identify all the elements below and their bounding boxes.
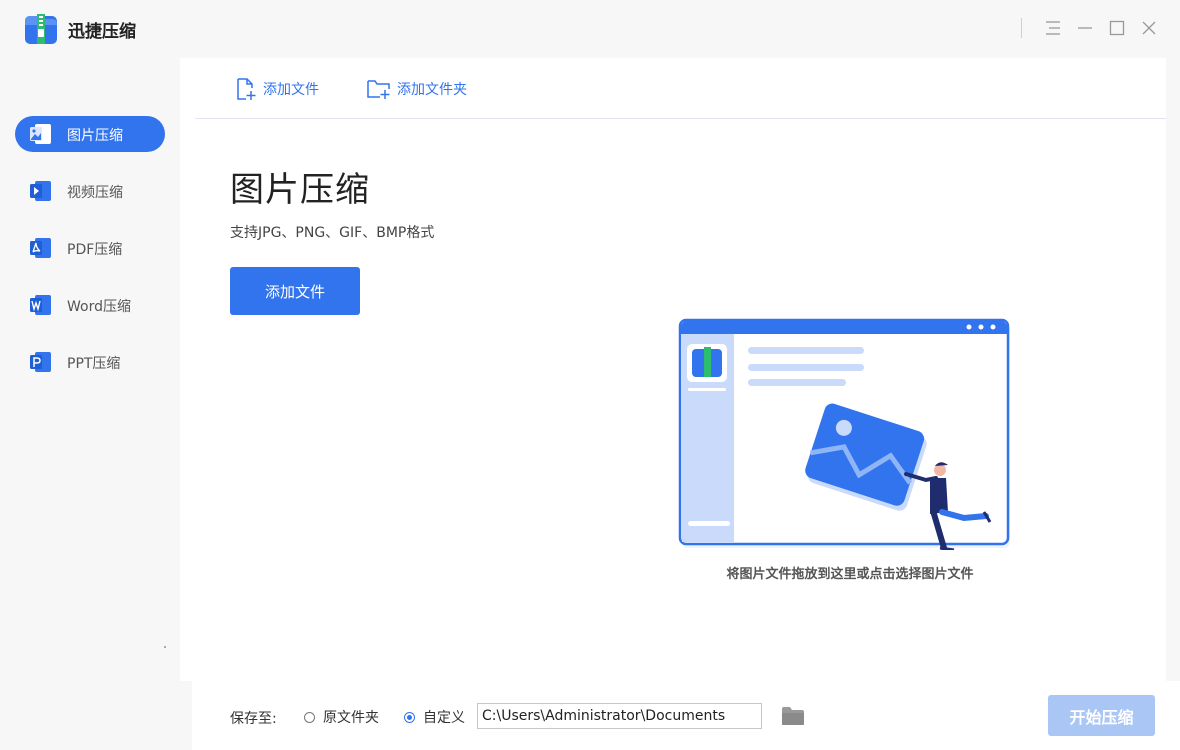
menu-icon[interactable] [1043, 18, 1063, 38]
close-icon[interactable] [1139, 18, 1159, 38]
drop-zone-illustration[interactable] [678, 318, 1018, 550]
radio-circle [304, 711, 315, 723]
video-file-icon [30, 181, 51, 201]
start-compress-button[interactable]: 开始压缩 [1048, 695, 1155, 736]
drop-hint-text: 将图片文件拖放到这里或点击选择图片文件 [726, 567, 974, 582]
radio-label: 原文件夹 [323, 710, 379, 726]
ppt-file-icon [30, 352, 51, 372]
minimize-icon[interactable] [1075, 18, 1095, 38]
folder-icon[interactable] [781, 706, 805, 726]
maximize-icon[interactable] [1107, 18, 1127, 38]
main-panel: 添加文件 添加文件夹 图片压缩 支持JPG、PNG、GIF、BMP格式 添加文件 [180, 58, 1166, 681]
sidebar-item-ppt[interactable]: PPT压缩 [15, 344, 165, 380]
add-folder-icon [367, 80, 390, 99]
title-bar: 迅捷压缩 [0, 0, 1180, 58]
add-folder-toolbar-label: 添加文件夹 [397, 82, 467, 98]
bottom-bar: 保存至: 原文件夹 自定义 开始压缩 [192, 681, 1180, 750]
sidebar-item-image[interactable]: 图片压缩 [15, 116, 165, 152]
output-path-input[interactable] [477, 703, 762, 729]
word-file-icon [30, 295, 51, 315]
add-file-button[interactable]: 添加文件 [230, 267, 360, 315]
sidebar-item-label: PDF压缩 [67, 242, 123, 258]
add-file-toolbar-label: 添加文件 [263, 82, 319, 98]
sidebar-item-word[interactable]: Word压缩 [15, 287, 165, 323]
toolbar: 添加文件 添加文件夹 [195, 58, 1166, 119]
save-to-label: 保存至: [230, 711, 277, 727]
window-controls-divider [1021, 18, 1022, 38]
app-title: 迅捷压缩 [68, 22, 136, 42]
radio-circle [404, 711, 415, 723]
sidebar-item-video[interactable]: 视频压缩 [15, 173, 165, 209]
custom-folder-radio[interactable]: 自定义 [404, 708, 465, 726]
sidebar-item-label: 视频压缩 [67, 185, 123, 201]
sidebar-item-pdf[interactable]: PDF压缩 [15, 230, 165, 266]
sidebar-resize-dot [164, 646, 166, 648]
sidebar-item-label: PPT压缩 [67, 356, 121, 372]
image-file-icon [30, 124, 51, 144]
supported-formats-text: 支持JPG、PNG、GIF、BMP格式 [230, 225, 435, 241]
original-folder-radio[interactable]: 原文件夹 [304, 708, 379, 726]
page-title: 图片压缩 [230, 170, 370, 210]
pdf-file-icon [30, 238, 51, 258]
add-file-icon [237, 78, 256, 100]
add-folder-toolbar-button[interactable]: 添加文件夹 [367, 76, 467, 102]
sidebar: 图片压缩 视频压缩 PDF压缩 Word压缩 PPT压缩 [0, 58, 180, 750]
radio-label: 自定义 [423, 710, 465, 726]
add-file-toolbar-button[interactable]: 添加文件 [235, 76, 319, 102]
sidebar-item-label: 图片压缩 [67, 128, 123, 144]
sidebar-item-label: Word压缩 [67, 299, 131, 315]
zip-archive-icon [25, 14, 57, 44]
